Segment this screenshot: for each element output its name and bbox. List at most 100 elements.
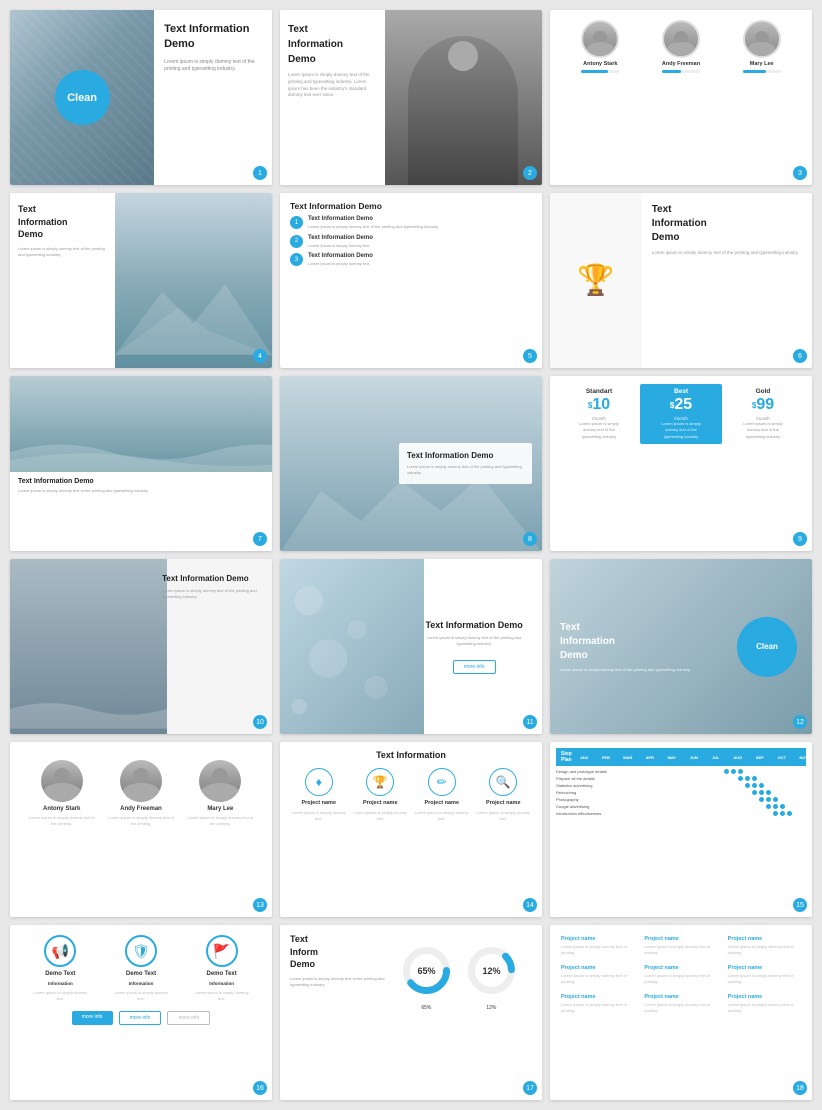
slide-17[interactable]: TextInformDemo Lorem ipsum is simply dum… (280, 925, 542, 1100)
project-1-name: Project name (561, 936, 634, 942)
slide4-title: TextInformationDemo (18, 203, 107, 241)
slide-13[interactable]: Antony Stark Lorem ipsum is simply dummy… (10, 742, 272, 917)
demo-icon-label-3: Demo Text (207, 971, 237, 977)
slide-badge-5: 5 (523, 349, 537, 363)
price-gold: $99 (724, 397, 802, 415)
slide2-body: Lorem ipsum is simply dummy text of the … (288, 72, 377, 99)
trophy-title: TextInformationDemo (652, 203, 802, 245)
icon-row: ♦ Project name Lorem ipsum is simply dum… (288, 768, 534, 821)
member2-desc-3: Lorem ipsum is simply dummy text of the … (185, 815, 256, 827)
slide-16[interactable]: 📢 Demo Text Information Lorem ipsum is s… (10, 925, 272, 1100)
slide-14[interactable]: Text Information ♦ Project name Lorem ip… (280, 742, 542, 917)
slide-2[interactable]: TextInformationDemo Lorem ipsum is simpl… (280, 10, 542, 185)
slide-badge-11: 11 (523, 715, 537, 729)
donut-label-2: 12% (464, 1005, 519, 1011)
plan-row-7: Introduction effectiveness (556, 811, 806, 816)
project-9: Project name Lorem ipsum is simply dummy… (725, 991, 804, 1016)
step-plan-title: Step Plan (561, 751, 572, 763)
slide-12[interactable]: Clean TextInformationDemo Lorem ipsum is… (550, 559, 812, 734)
slide-9[interactable]: Standart $10 /month Lorem ipsum is simpl… (550, 376, 812, 551)
trophy-content: TextInformationDemo Lorem ipsum is simpl… (642, 193, 812, 368)
shield-icon: 🛡 (125, 935, 157, 967)
mountain-svg (115, 263, 272, 368)
slide2-content: TextInformationDemo Lorem ipsum is simpl… (280, 10, 385, 185)
slide-4[interactable]: TextInformationDemo Lorem ipsum is simpl… (10, 193, 272, 368)
demo-icon-sublabel-3: Information (209, 981, 234, 986)
avatar2-antony (41, 760, 83, 802)
slide-7[interactable]: Text Information Demo Lorem ipsum is sim… (10, 376, 272, 551)
slide-badge-15: 15 (793, 898, 807, 912)
avatar-mary (743, 20, 781, 58)
slide-badge-18: 18 (793, 1081, 807, 1095)
num-1-text: Lorem ipsum is simply dummy text of the … (308, 224, 439, 230)
member2-name-1: Antony Stark (43, 806, 80, 812)
pricing-standart-label: Standart (560, 388, 638, 395)
team-member-3: Mary Lee (743, 20, 781, 73)
demo-btn-1[interactable]: more info (72, 1011, 113, 1025)
slide10-image (10, 559, 167, 734)
project-7: Project name Lorem ipsum is simply dummy… (558, 991, 637, 1016)
donut-svg-1: 65% (399, 943, 454, 998)
slide17-text: TextInformDemo Lorem ipsum is simply dum… (290, 933, 399, 1092)
demo-icon-label-1: Demo Text (45, 971, 75, 977)
slide12-title: TextInformationDemo (560, 621, 722, 663)
slide10-body: Lorem ipsum is simply dummy text of the … (162, 588, 264, 600)
pricing-gold: Gold $99 /month Lorem ipsum is simplydum… (722, 384, 804, 444)
project-2: Project name Lorem ipsum is simply dummy… (641, 933, 720, 958)
project-8-desc: Lorem ipsum is simply dummy text of prin… (644, 1002, 717, 1013)
donut-1: 65% 65% (399, 943, 454, 1011)
member-bar-1 (581, 70, 619, 73)
svg-text:65%: 65% (417, 966, 435, 976)
project-5-desc: Lorem ipsum is simply dummy text of prin… (644, 973, 717, 984)
member-name-2: Andy Freeman (662, 61, 700, 67)
slide-15[interactable]: Step Plan JAN FEB MAR APR MAY JUN JUL AU… (550, 742, 812, 917)
slide4-text: TextInformationDemo Lorem ipsum is simpl… (10, 193, 115, 368)
slide-6[interactable]: 🏆 TextInformationDemo Lorem ipsum is sim… (550, 193, 812, 368)
member2-name-3: Mary Lee (207, 806, 233, 812)
member-bar-3 (743, 70, 781, 73)
team-circles: Antony Stark Andy Freeman (560, 20, 802, 73)
icon-label-3: Project name (424, 800, 459, 806)
demo-icon-2: 🛡 Demo Text Information Lorem ipsum is s… (111, 935, 171, 1001)
slide-11[interactable]: Text Information Demo Lorem ipsum is sim… (280, 559, 542, 734)
slide7-content: Text Information Demo Lorem ipsum is sim… (10, 472, 272, 500)
num-2-text: Lorem ipsum is simply dummy text. (308, 243, 373, 249)
num-1-heading: Text Information Demo (308, 216, 439, 222)
team-member2-1: Antony Stark Lorem ipsum is simply dummy… (26, 760, 97, 827)
slide5-title: Text Information Demo (290, 201, 532, 211)
slide-badge-2: 2 (523, 166, 537, 180)
slide-1[interactable]: Clean Text Information Demo Lorem ipsum … (10, 10, 272, 185)
numbered-item-2: 2 Text Information Demo Lorem ipsum is s… (290, 235, 532, 249)
trophy-body: Lorem ipsum is simply dummy text of the … (652, 250, 802, 257)
icon-desc-4: Lorem ipsum is simply dummy text. (473, 810, 535, 821)
price-best: $25 (642, 397, 720, 415)
slide7-body: Lorem ipsum is simply dummy text of the … (18, 488, 264, 494)
plan-row-1: Design and prototype details (556, 769, 806, 774)
slide-3[interactable]: Antony Stark Andy Freeman (550, 10, 812, 185)
demo-icon-sublabel-2: Information (129, 981, 154, 986)
slide8-title: Text Information Demo (407, 451, 524, 460)
slide-8[interactable]: Text Information Demo Lorem ipsum is sim… (280, 376, 542, 551)
slide-5[interactable]: Text Information Demo 1 Text Information… (280, 193, 542, 368)
demo-btn-3[interactable]: more info (167, 1011, 210, 1025)
avatar-face (583, 22, 617, 56)
demo-icon-label-2: Demo Text (126, 971, 156, 977)
slide12-body: Lorem ipsum is simply dummy text of the … (560, 667, 722, 673)
slide-18[interactable]: Project name Lorem ipsum is simply dummy… (550, 925, 812, 1100)
slide-10[interactable]: Text Information Demo Lorem ipsum is sim… (10, 559, 272, 734)
project-5: Project name Lorem ipsum is simply dummy… (641, 962, 720, 987)
team-member2-3: Mary Lee Lorem ipsum is simply dummy tex… (185, 760, 256, 827)
icon-label-1: Project name (301, 800, 336, 806)
plan-row-6: Google advertising (556, 804, 806, 809)
slide17-title: TextInformDemo (290, 933, 394, 971)
slide4-image (115, 193, 272, 368)
demo-btn-2[interactable]: more info (119, 1011, 162, 1025)
more-info-button[interactable]: more info (453, 660, 496, 674)
project-3-desc: Lorem ipsum is simply dummy text of prin… (728, 944, 801, 955)
slide7-image (10, 376, 272, 472)
icon-item-2: 🏆 Project name Lorem ipsum is simply dum… (350, 768, 412, 821)
slide2-title: TextInformationDemo (288, 22, 377, 67)
project-6-name: Project name (728, 965, 801, 971)
demo-icon-1: 📢 Demo Text Information Lorem ipsum is s… (30, 935, 90, 1001)
pricing-gold-label: Gold (724, 388, 802, 395)
